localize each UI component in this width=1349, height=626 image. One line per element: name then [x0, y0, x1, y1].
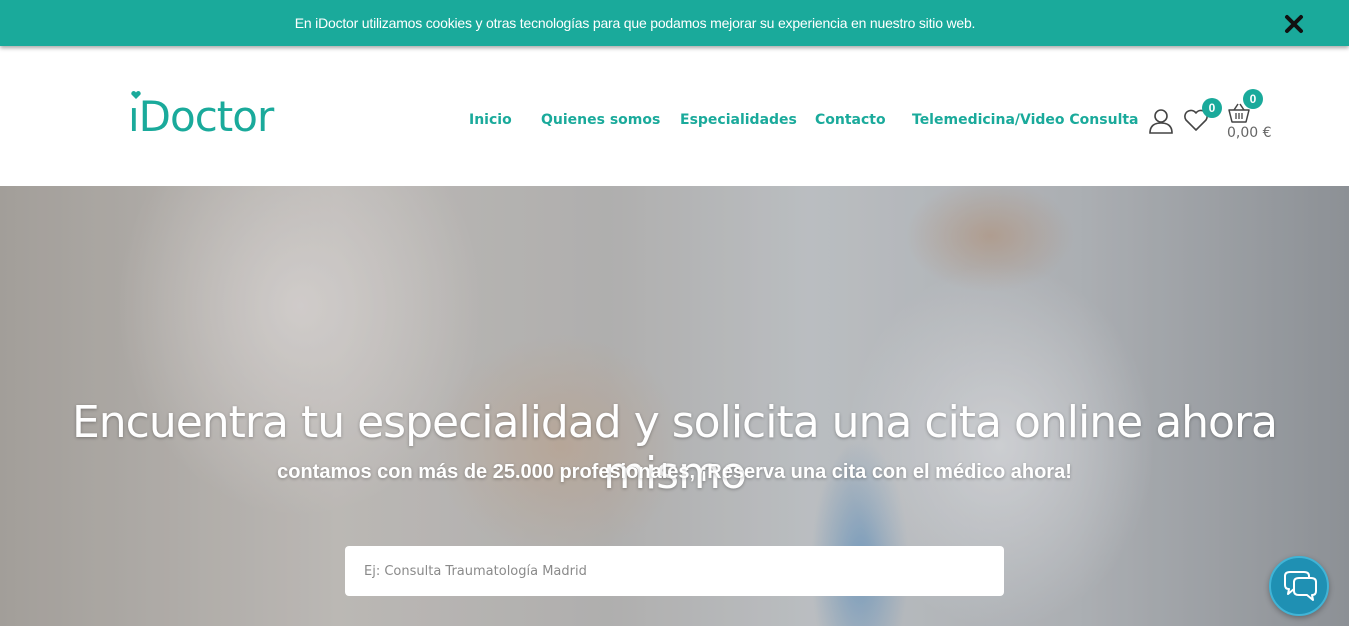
nav-contacto[interactable]: Contacto	[815, 112, 886, 128]
cart-count-badge: 0	[1243, 89, 1263, 109]
cookie-message: En iDoctor utilizamos cookies y otras te…	[294, 15, 976, 31]
logo-i: ı	[128, 92, 140, 141]
hero-banner: Encuentra tu especialidad y solicita una…	[0, 186, 1349, 626]
nav-telemedicina[interactable]: Telemedicina/Video Consulta	[912, 112, 1139, 128]
cart-total[interactable]: 0,00 €	[1227, 125, 1272, 141]
chat-bubbles-icon	[1284, 571, 1317, 601]
close-icon[interactable]	[1283, 13, 1305, 35]
specialty-search-input[interactable]	[345, 546, 1004, 596]
nav-especialidades[interactable]: Especialidades	[680, 112, 797, 128]
chat-button[interactable]	[1269, 556, 1329, 616]
nav-inicio[interactable]: Inicio	[469, 112, 512, 128]
idoctor-logo[interactable]: ıDoctor	[128, 91, 275, 141]
nav-quienes-somos[interactable]: Quienes somos	[541, 112, 660, 128]
hero-subtitle: contamos con más de 25.000 profesionales…	[277, 461, 1072, 483]
cookie-banner: En iDoctor utilizamos cookies y otras te…	[0, 0, 1349, 46]
logo-heart-icon	[131, 91, 141, 99]
user-icon[interactable]	[1148, 108, 1174, 134]
logo-text: Doctor	[138, 92, 275, 141]
wishlist-count-badge: 0	[1202, 98, 1222, 118]
site-header: ıDoctor Inicio Quienes somos Especialida…	[0, 46, 1349, 186]
